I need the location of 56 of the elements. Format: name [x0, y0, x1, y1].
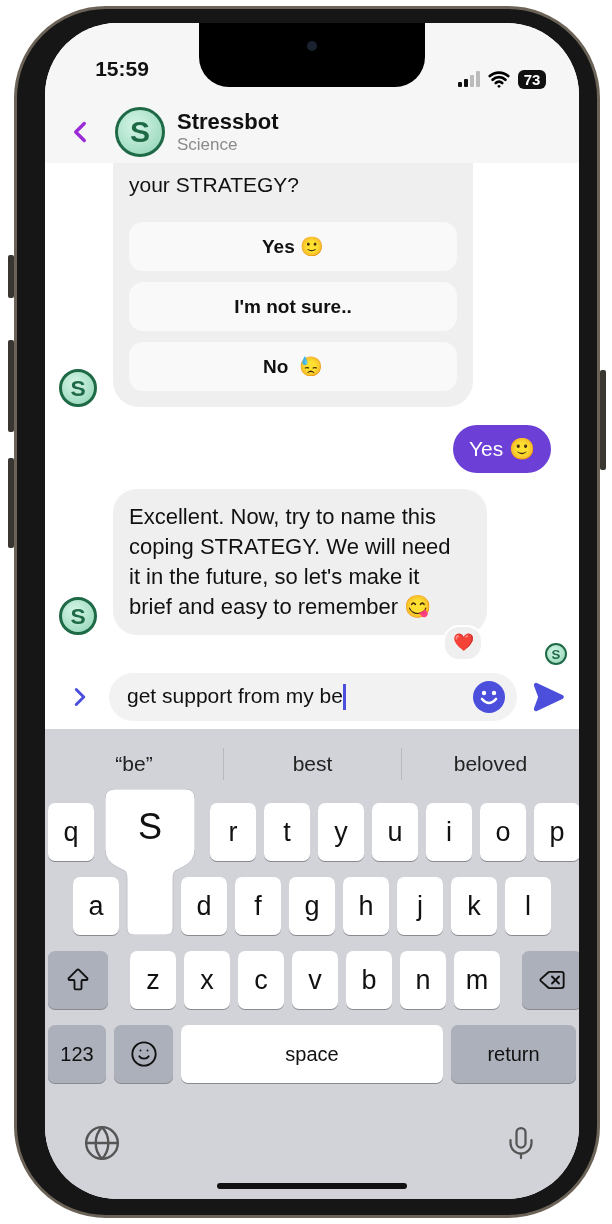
bot-avatar: S [115, 107, 165, 157]
keyboard-key[interactable]: v [292, 951, 338, 1009]
keyboard-key[interactable]: o [480, 803, 526, 861]
heart-reaction: ❤ [443, 625, 483, 661]
chat-subtitle: Science [177, 135, 239, 155]
message-input[interactable]: get support from my be [109, 673, 517, 721]
keyboard-key[interactable]: m [454, 951, 500, 1009]
chat-title: Stressbot [177, 109, 279, 135]
keyboard-key[interactable]: z [130, 951, 176, 1009]
bot-avatar: S [59, 597, 97, 635]
keyboard-key[interactable]: j [397, 877, 443, 935]
option-button[interactable]: Yes 🙂 [129, 222, 457, 271]
keyboard-key[interactable]: k [451, 877, 497, 935]
option-button[interactable]: No 😓 [129, 342, 457, 391]
option-button[interactable]: I'm not sure.. [129, 282, 457, 331]
delete-key[interactable] [522, 951, 579, 1009]
keyboard-key[interactable]: f [235, 877, 281, 935]
suggestion[interactable]: “be” [45, 748, 223, 780]
keyboard-key[interactable]: a [73, 877, 119, 935]
keyboard-key[interactable]: b [346, 951, 392, 1009]
keyboard-key[interactable]: n [400, 951, 446, 1009]
keyboard-key[interactable]: q [48, 803, 94, 861]
wifi-icon [487, 68, 510, 90]
emoji-icon [129, 1040, 158, 1068]
signal-icon [457, 71, 480, 87]
keyboard-key[interactable]: t [264, 803, 310, 861]
emoji-icon[interactable] [473, 681, 505, 713]
keyboard-key[interactable]: p [534, 803, 579, 861]
send-icon[interactable] [531, 680, 565, 714]
suggestion[interactable]: beloved [401, 748, 579, 780]
keyboard-key[interactable]: c [238, 951, 284, 1009]
suggestion[interactable]: best [223, 748, 401, 780]
battery-icon: 73 [517, 69, 547, 89]
keyboard-key[interactable]: x [184, 951, 230, 1009]
emoji-key[interactable] [114, 1025, 173, 1083]
return-key[interactable]: return [451, 1025, 576, 1083]
keyboard-key[interactable]: l [505, 877, 551, 935]
keyboard-key[interactable]: u [372, 803, 418, 861]
message-text: Excellent. Now, try to name this coping STRATEGY. We will need it in the future, so let's make it brief and easy to remember 😋 [129, 504, 451, 619]
keyboard-key[interactable]: d [181, 877, 227, 935]
keyboard-key[interactable]: g [289, 877, 335, 935]
globe-icon[interactable] [83, 1124, 121, 1162]
camera-icon [307, 41, 317, 51]
message-text: your STRATEGY? [129, 173, 300, 197]
shift-key[interactable] [48, 951, 108, 1009]
keyboard-key[interactable]: r [210, 803, 256, 861]
read-receipt-avatar: S [545, 643, 567, 665]
space-key[interactable]: space [181, 1025, 443, 1083]
keyboard-key[interactable]: h [343, 877, 389, 935]
keyboard-key[interactable]: y [318, 803, 364, 861]
status-time: 15:59 [95, 57, 149, 82]
keyboard-key[interactable]: i [426, 803, 472, 861]
user-message: Yes 🙂 [452, 425, 551, 473]
bot-avatar: S [59, 369, 97, 407]
numbers-key[interactable]: 123 [48, 1025, 106, 1083]
key-preview: S [105, 789, 195, 935]
